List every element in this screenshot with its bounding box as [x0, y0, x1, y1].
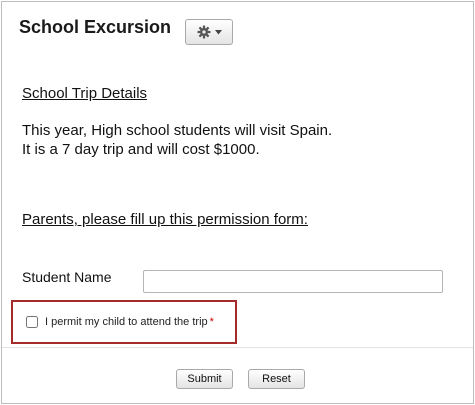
settings-menu-button[interactable] [185, 19, 233, 45]
caret-down-icon [214, 29, 222, 35]
permission-form-heading: Parents, please fill up this permission … [22, 211, 308, 228]
student-name-label: Student Name [22, 269, 112, 285]
divider [2, 347, 473, 348]
required-mark: * [209, 316, 214, 328]
permission-label-text: I permit my child to attend the trip [45, 316, 208, 328]
submit-button[interactable]: Submit [176, 369, 233, 389]
permission-label: I permit my child to attend the trip * [45, 316, 214, 328]
page-title: School Excursion [19, 17, 172, 37]
student-name-input[interactable] [143, 270, 443, 293]
gear-icon [197, 25, 211, 39]
reset-button[interactable]: Reset [248, 369, 305, 389]
trip-description-line: It is a 7 day trip and will cost $1000. [22, 141, 260, 158]
trip-details-heading: School Trip Details [22, 85, 148, 102]
permission-checkbox[interactable] [26, 316, 38, 328]
trip-description-line: This year, High school students will vis… [22, 122, 333, 139]
permission-field-box: I permit my child to attend the trip * [11, 300, 237, 344]
trip-description: This year, High school students will vis… [22, 121, 332, 159]
